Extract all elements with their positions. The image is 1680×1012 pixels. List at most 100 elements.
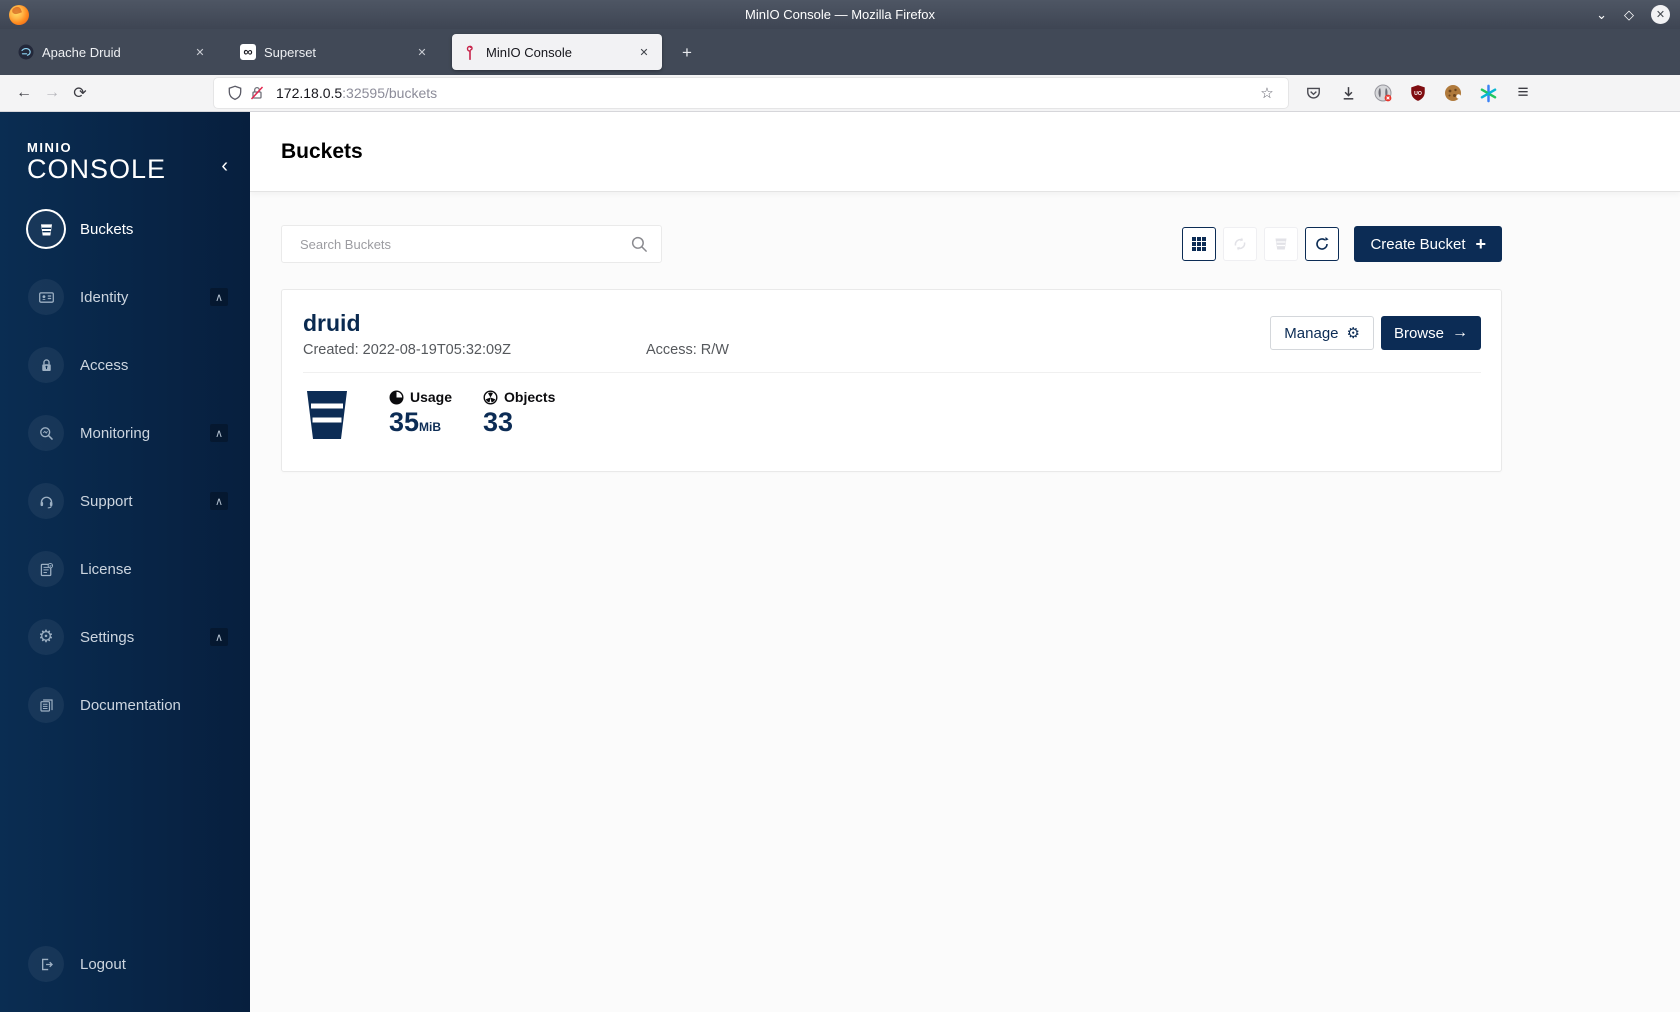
pocket-icon[interactable] (1302, 82, 1324, 104)
search-box[interactable] (281, 225, 662, 263)
manage-button[interactable]: Manage ⚙ (1270, 316, 1374, 350)
objects-value: 33 (483, 407, 514, 437)
sidebar-item-documentation[interactable]: Documentation (0, 671, 250, 739)
support-icon (28, 483, 64, 520)
sidebar-item-label: Documentation (80, 696, 181, 714)
sidebar-item-label: License (80, 560, 132, 578)
new-tab-button[interactable]: + (674, 40, 700, 66)
ublock-origin-icon[interactable]: UO (1407, 82, 1429, 104)
gear-icon: ⚙ (1346, 325, 1360, 342)
bucket-card-druid[interactable]: druid Created: 2022-08-19T05:32:09Z Acce… (281, 289, 1502, 472)
window-title: MinIO Console — Mozilla Firefox (745, 7, 935, 22)
window-titlebar: MinIO Console — Mozilla Firefox ⌄ ◇ ✕ (0, 0, 1680, 29)
page-header: Buckets (250, 112, 1680, 192)
search-input[interactable] (300, 236, 630, 252)
page-title: Buckets (281, 139, 363, 163)
sidebar-item-settings[interactable]: ⚙ Settings ∧ (0, 603, 250, 671)
sidebar-collapse-icon[interactable]: ‹ (221, 156, 228, 176)
monitoring-search-icon (28, 415, 64, 452)
chevron-up-icon[interactable]: ∧ (210, 628, 228, 647)
bookmark-star-icon[interactable]: ☆ (1256, 82, 1278, 104)
browse-label: Browse (1393, 324, 1444, 342)
window-close-icon[interactable]: ✕ (1651, 5, 1670, 24)
sidebar-item-access[interactable]: Access (0, 331, 250, 399)
card-divider (303, 372, 1481, 373)
minio-console-logo: MINIO CONSOLE ‹ (0, 112, 250, 183)
druid-favicon-icon (18, 44, 34, 60)
proxy-extension-icon[interactable] (1372, 82, 1394, 104)
delete-buckets-button[interactable] (1264, 227, 1299, 261)
superset-favicon-icon: ∞ (240, 44, 256, 60)
tab-close-icon[interactable]: ✕ (634, 42, 654, 62)
main-content: Buckets Search Buckets Create Bucket + d… (250, 112, 1680, 1012)
url-bar[interactable]: 172.18.0.5:32595/buckets ☆ (214, 78, 1288, 108)
tab-minio-console[interactable]: MinIO Console ✕ (452, 34, 662, 70)
window-minimize-icon[interactable]: ⌄ (1596, 8, 1607, 21)
tab-label: Apache Druid (42, 44, 121, 60)
objects-label: Objects (504, 389, 556, 405)
create-bucket-button[interactable]: Create Bucket + (1354, 226, 1502, 262)
manage-label: Manage (1284, 324, 1339, 342)
logout-icon (28, 946, 64, 982)
tab-apache-druid[interactable]: Apache Druid ✕ (8, 34, 218, 70)
sidebar-item-logout[interactable]: Logout (0, 930, 250, 998)
logo-console-text: CONSOLE (27, 154, 167, 184)
sidebar-menu: Buckets Identity ∧ Access Monitoring ∧ S… (0, 195, 250, 739)
chevron-up-icon[interactable]: ∧ (210, 424, 228, 443)
sidebar-item-label: Identity (80, 288, 129, 306)
tab-close-icon[interactable]: ✕ (412, 42, 432, 62)
arrow-right-icon: → (1452, 324, 1468, 341)
chevron-up-icon[interactable]: ∧ (210, 492, 228, 511)
chevron-up-icon[interactable]: ∧ (210, 288, 228, 307)
gear-icon: ⚙ (28, 619, 64, 656)
license-document-icon (28, 551, 64, 588)
url-path: :32595/buckets (342, 85, 438, 101)
bucket-access: Access: R/W (646, 342, 729, 358)
tab-strip: Apache Druid ✕ ∞ Superset ✕ MinIO Consol… (0, 29, 1680, 75)
sidebar-item-label: Access (80, 356, 129, 374)
set-replication-button[interactable] (1223, 227, 1258, 261)
reload-button[interactable]: ⟳ (66, 79, 94, 107)
menu-hamburger-icon[interactable]: ≡ (1512, 82, 1534, 104)
refresh-button[interactable] (1305, 227, 1340, 261)
sidebar-item-identity[interactable]: Identity ∧ (0, 263, 250, 331)
list-view-toggle-button[interactable] (1182, 227, 1217, 261)
bucket-created-date: Created: 2022-08-19T05:32:09Z (303, 342, 511, 358)
sidebar-item-label: Buckets (80, 220, 134, 238)
sidebar: MINIO CONSOLE ‹ Buckets Identity ∧ Acces… (0, 112, 250, 1012)
sidebar-item-label: Support (80, 492, 133, 510)
sidebar-item-label: Settings (80, 628, 135, 646)
tracking-shield-icon[interactable] (224, 82, 246, 104)
tab-close-icon[interactable]: ✕ (190, 42, 210, 62)
objects-icon (483, 390, 498, 405)
url-text: 172.18.0.5:32595/buckets (276, 85, 1256, 101)
objects-stat: Objects 33 (483, 389, 555, 438)
sidebar-item-label: Monitoring (80, 424, 151, 442)
tab-label: MinIO Console (486, 44, 572, 60)
sidebar-item-support[interactable]: Support ∧ (0, 467, 250, 535)
window-maximize-icon[interactable]: ◇ (1624, 8, 1634, 21)
tab-label: Superset (264, 44, 317, 60)
tab-superset[interactable]: ∞ Superset ✕ (230, 34, 440, 70)
usage-pie-icon (389, 389, 404, 405)
forward-button[interactable]: → (38, 79, 66, 107)
lock-icon (28, 347, 64, 384)
sidebar-item-license[interactable]: License (0, 535, 250, 603)
downloads-icon[interactable] (1337, 82, 1359, 104)
cookie-extension-icon[interactable] (1442, 82, 1464, 104)
sidebar-item-buckets[interactable]: Buckets (0, 195, 250, 263)
sidebar-item-monitoring[interactable]: Monitoring ∧ (0, 399, 250, 467)
logo-minio-text: MINIO (27, 140, 73, 155)
svg-text:UO: UO (1414, 91, 1422, 97)
back-button[interactable]: ← (10, 79, 38, 107)
extension-asterisk-icon[interactable] (1477, 82, 1499, 104)
sidebar-item-label: Logout (80, 955, 126, 973)
buckets-toolbar: Create Bucket + (281, 225, 1502, 263)
insecure-lock-icon[interactable] (246, 82, 268, 104)
browse-button[interactable]: Browse → (1380, 316, 1481, 350)
search-icon (630, 235, 649, 254)
url-host: 172.18.0.5 (276, 85, 343, 101)
usage-stat: Usage 35MiB (389, 389, 452, 438)
usage-unit: MiB (419, 420, 442, 434)
firefox-logo-icon (9, 4, 29, 25)
